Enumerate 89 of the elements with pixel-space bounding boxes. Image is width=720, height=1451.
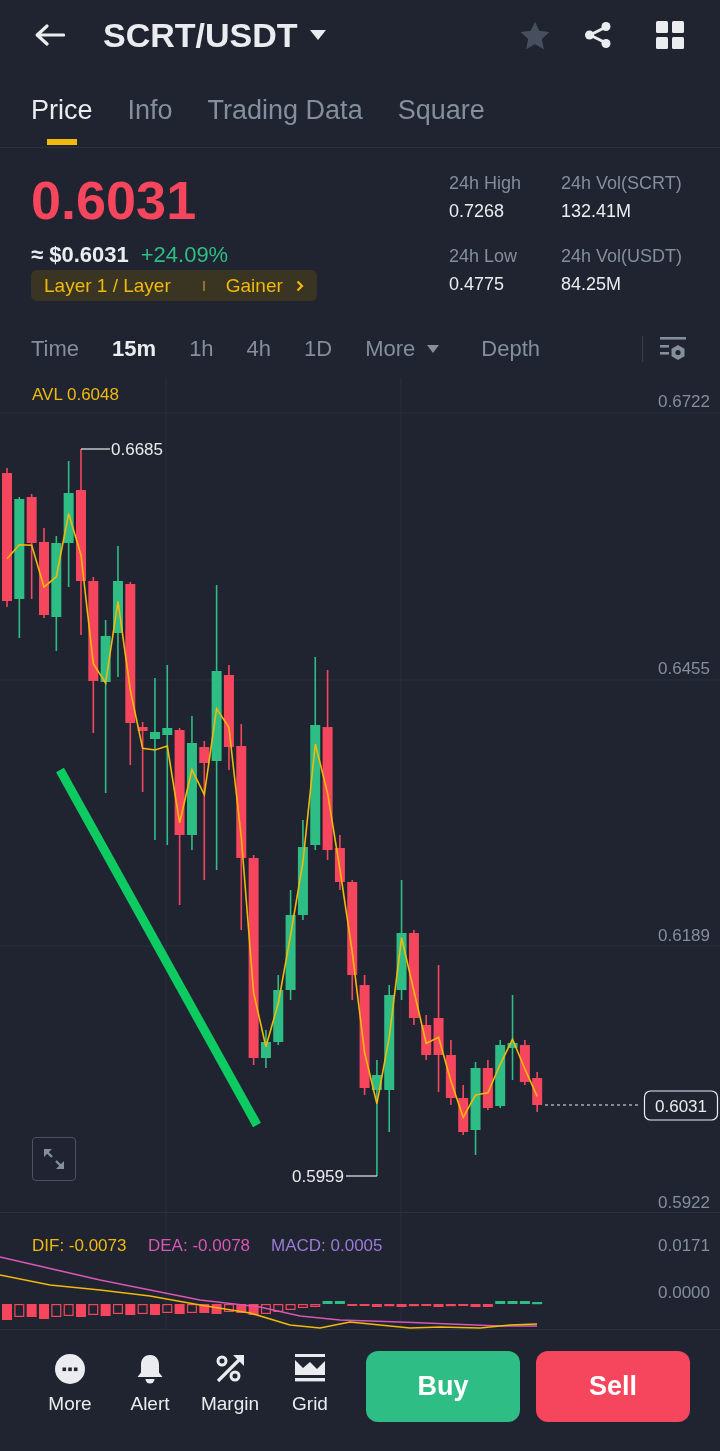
indicator-label: DIF: -0.0073: [32, 1236, 127, 1255]
stat-label: 24h Vol(SCRT): [561, 172, 683, 195]
tab[interactable]: Square: [397, 88, 485, 147]
expand-button[interactable]: [32, 1137, 76, 1181]
interval-tab[interactable]: 15m: [112, 334, 157, 364]
histogram-bar: [174, 1304, 185, 1314]
interval-tab[interactable]: Time: [31, 334, 80, 364]
indicator-label: DEA: -0.0078: [148, 1236, 251, 1255]
share-icon[interactable]: [584, 21, 612, 49]
bearish-candle: [482, 1059, 493, 1111]
histogram-bar: [100, 1304, 111, 1316]
histogram-bar: [63, 1304, 74, 1316]
histogram-bar: [162, 1304, 173, 1313]
histogram-bar: [51, 1304, 62, 1317]
bearish-candle: [532, 1071, 543, 1113]
indicator-label: MACD: 0.0005: [271, 1236, 383, 1255]
fiat-price: ≈ $0.6031: [31, 242, 129, 268]
buy-button[interactable]: Buy: [366, 1351, 520, 1422]
histogram-bar: [88, 1304, 99, 1315]
histogram-bar: [112, 1304, 123, 1314]
bell-icon: [135, 1354, 165, 1384]
interval-tab[interactable]: 1h: [189, 334, 214, 364]
tag-label: Gainer: [225, 273, 283, 298]
histogram-bar: [199, 1304, 210, 1313]
histogram-bar: [2, 1304, 12, 1320]
histogram-bar: [125, 1304, 136, 1315]
pair-selector[interactable]: SCRT/USDT: [103, 15, 326, 55]
interval-tab[interactable]: 1D: [304, 334, 333, 364]
stat-value: 0.4775: [449, 273, 506, 296]
histogram-bar: [211, 1304, 222, 1314]
histogram-bar: [149, 1304, 160, 1315]
tab[interactable]: Trading Data: [207, 88, 363, 147]
chevron-icon: [295, 279, 304, 292]
last-price: 0.6031: [31, 170, 197, 230]
low-price-label: 0.5959: [292, 1167, 344, 1186]
histogram-bar: [14, 1304, 25, 1317]
bullish-candle: [260, 1029, 271, 1069]
toolbar-button[interactable]: More: [30, 1351, 110, 1416]
percent-arrow-icon: [215, 1354, 245, 1384]
leader-line: [345, 1175, 378, 1177]
axis-label: 0.6455: [658, 659, 710, 678]
average-price-label: AVL 0.6048: [32, 385, 119, 404]
histogram-bar: [76, 1304, 86, 1317]
histogram-bar: [186, 1304, 197, 1313]
bullish-candle: [495, 1039, 506, 1109]
axis-label: 0.6722: [658, 392, 710, 411]
tab[interactable]: Info: [127, 88, 173, 147]
interval-tab[interactable]: 4h: [246, 334, 272, 364]
more-icon: [55, 1354, 85, 1384]
toolbar-button[interactable]: Grid: [270, 1351, 350, 1416]
chart-settings-icon[interactable]: [660, 337, 686, 361]
expand-icon: [43, 1148, 65, 1170]
caret-icon: [427, 345, 440, 353]
stat-value: 84.25M: [561, 273, 623, 296]
histogram-bar: [236, 1304, 247, 1313]
axis-label: 0.0171: [658, 1236, 710, 1255]
stat-label: 24h Low: [449, 245, 519, 268]
grid-chart-icon: [295, 1354, 325, 1384]
stat-label: 24h High: [449, 172, 523, 195]
last-price-tag: 0.6031: [643, 1090, 719, 1121]
back-icon[interactable]: [35, 24, 65, 46]
caret-icon: [309, 30, 326, 40]
bearish-candle: [519, 1039, 530, 1086]
histogram-bar: [39, 1304, 49, 1319]
histogram-bar: [532, 1302, 543, 1305]
tab[interactable]: Price: [31, 88, 93, 147]
category-tag-bar[interactable]: Layer 1 / Layer Gainer: [31, 270, 317, 301]
toolbar-button[interactable]: Margin: [190, 1351, 270, 1416]
histogram-bar: [26, 1304, 37, 1317]
toolbar-button[interactable]: Alert: [110, 1351, 190, 1416]
high-price-label: 0.6685: [111, 440, 163, 459]
leader-line: [80, 448, 111, 450]
axis-label: 0.0000: [658, 1283, 710, 1302]
stat-value: 132.41M: [561, 200, 633, 223]
histogram-bar: [260, 1304, 271, 1314]
price-change: +24.09%: [140, 242, 229, 268]
stat-label: 24h Vol(USDT): [561, 245, 684, 268]
histogram-bar: [248, 1304, 259, 1315]
tag-label: Layer 1 / Layer: [44, 273, 171, 298]
grid-icon[interactable]: [656, 21, 684, 49]
star-icon[interactable]: [520, 20, 550, 50]
stat-value: 0.7268: [449, 200, 506, 223]
histogram-bar: [137, 1304, 148, 1314]
interval-tab[interactable]: Depth: [481, 334, 541, 364]
more-dropdown[interactable]: More: [365, 334, 440, 364]
sell-button[interactable]: Sell: [536, 1351, 690, 1422]
axis-label: 0.5922: [658, 1193, 710, 1212]
bearish-candle: [458, 1084, 469, 1136]
axis-label: 0.6189: [658, 926, 710, 945]
